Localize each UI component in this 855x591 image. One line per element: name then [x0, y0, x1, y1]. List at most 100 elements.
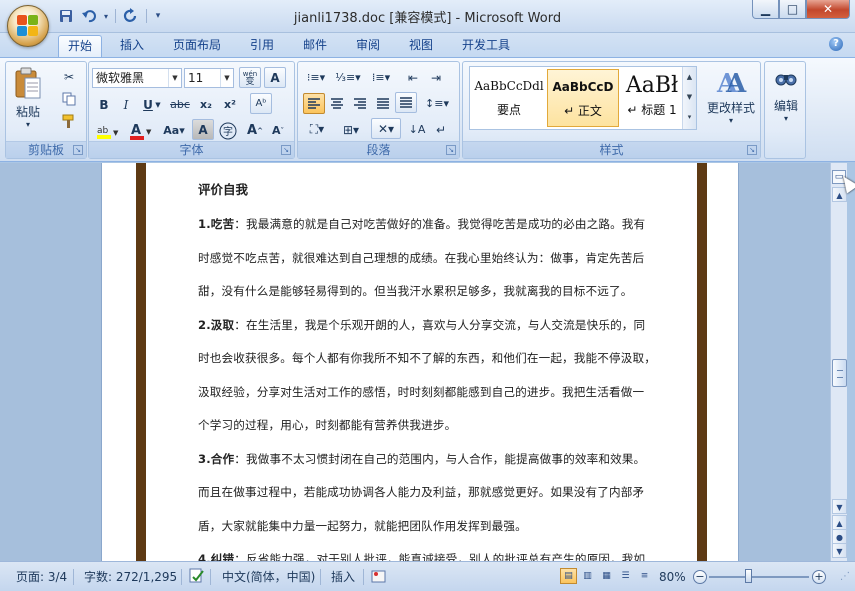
word-count[interactable]: 字数: 272/1,295: [84, 568, 177, 586]
underline-dropdown-icon[interactable]: ▼: [153, 94, 163, 115]
paragraph-dialog-launcher[interactable]: ↘: [446, 145, 456, 155]
justify-icon[interactable]: [372, 93, 394, 114]
distributed-align-icon[interactable]: [395, 92, 417, 113]
vertical-scrollbar[interactable]: ▭ ▲ ▼ ▲ ● ▼: [830, 163, 847, 561]
numbering-icon[interactable]: ⅓≡▾: [334, 67, 362, 88]
tab-references[interactable]: 引用: [241, 35, 283, 57]
macro-recording-icon[interactable]: [371, 568, 387, 586]
quick-styles-gallery: AaBbCcDdl 要点 AaBbCcD ↵ 正文 AaBł ↵ 标题 1 ▲ …: [469, 66, 697, 130]
full-screen-reading-icon[interactable]: ▥: [579, 568, 596, 584]
tab-insert[interactable]: 插入: [111, 35, 153, 57]
document-area: 评价自我 1.吃苦：我最满意的就是自己对吃苦做好的准备。我觉得吃苦是成功的必由之…: [0, 163, 830, 561]
close-button[interactable]: ✕: [806, 0, 850, 19]
proofing-icon[interactable]: [188, 568, 206, 586]
change-case-icon[interactable]: Aa▾: [159, 120, 189, 141]
style-heading1-item[interactable]: AaBł ↵ 标题 1: [621, 69, 683, 127]
scroll-thumb[interactable]: [832, 359, 847, 387]
tab-view[interactable]: 视图: [400, 35, 442, 57]
scroll-down-icon[interactable]: ▼: [832, 499, 847, 514]
shrink-font-icon[interactable]: Aˇ: [267, 120, 289, 141]
text-highlight-icon[interactable]: ab ▼: [93, 120, 123, 141]
previous-page-icon[interactable]: ▲: [832, 515, 847, 530]
line-spacing-icon[interactable]: ↕≡▾: [422, 93, 452, 114]
show-formatting-marks-icon[interactable]: ↵: [430, 119, 452, 140]
style-emphasis-item[interactable]: AaBbCcDdl 要点: [473, 69, 545, 127]
font-color-icon[interactable]: A ▼: [127, 120, 155, 141]
gallery-more-icon[interactable]: ▾: [683, 107, 696, 127]
status-separator: [363, 569, 364, 585]
tab-home[interactable]: 开始: [58, 35, 103, 58]
align-right-icon[interactable]: [349, 93, 371, 114]
tab-review[interactable]: 审阅: [347, 35, 389, 57]
styles-dialog-launcher[interactable]: ↘: [747, 145, 757, 155]
web-layout-icon[interactable]: ▦: [598, 568, 615, 584]
zoom-slider[interactable]: [709, 576, 809, 578]
change-styles-icon: A A: [716, 69, 747, 99]
select-browse-object-icon[interactable]: ●: [832, 529, 847, 544]
chevron-down-icon[interactable]: ▼: [683, 87, 696, 107]
grow-font-icon[interactable]: A ^: [244, 120, 266, 141]
borders-icon[interactable]: ⊞▾: [336, 119, 366, 140]
outline-view-icon[interactable]: ☰: [617, 568, 634, 584]
tab-mailings[interactable]: 邮件: [294, 35, 336, 57]
page-count[interactable]: 页面: 3/4: [16, 568, 67, 586]
paste-button[interactable]: 粘贴 ▾: [10, 66, 46, 136]
font-group: 微软雅黑 ▼ 11 ▼ wén 变 A B I U ▼ abc x₂ x² Aᵇ ab…: [88, 61, 295, 159]
copy-icon[interactable]: [58, 88, 80, 109]
increase-indent-icon[interactable]: ⇥: [425, 67, 447, 88]
bullets-icon[interactable]: ⁝≡▾: [302, 67, 330, 88]
next-page-icon[interactable]: ▼: [832, 543, 847, 558]
style-normal-item[interactable]: AaBbCcD ↵ 正文: [547, 69, 619, 127]
chevron-up-icon[interactable]: ▲: [683, 67, 696, 87]
maximize-button[interactable]: □: [779, 0, 806, 19]
multilevel-list-icon[interactable]: ⁞≡▾: [366, 67, 396, 88]
svg-text:▼: ▼: [146, 128, 152, 136]
page-border-right: [697, 163, 707, 561]
subscript-icon[interactable]: x₂: [195, 94, 217, 115]
zoom-level[interactable]: 80%: [659, 568, 686, 586]
decrease-indent-icon[interactable]: ⇤: [402, 67, 424, 88]
insert-mode[interactable]: 插入: [331, 568, 355, 586]
document-content[interactable]: 评价自我 1.吃苦：我最满意的就是自己对吃苦做好的准备。我觉得吃苦是成功的必由之…: [198, 178, 656, 561]
cut-icon[interactable]: ✂: [58, 66, 80, 87]
character-border-icon[interactable]: A: [264, 67, 286, 88]
shading-icon[interactable]: ⛶▾: [302, 119, 332, 140]
font-size-select[interactable]: 11 ▼: [184, 68, 234, 88]
format-painter-icon[interactable]: [58, 110, 80, 131]
zoom-slider-thumb[interactable]: [745, 569, 752, 583]
zoom-in-icon[interactable]: +: [812, 570, 826, 584]
clipboard-dialog-launcher[interactable]: ↘: [73, 145, 83, 155]
font-dialog-launcher[interactable]: ↘: [281, 145, 291, 155]
superscript-icon[interactable]: x²: [219, 94, 241, 115]
bold-icon[interactable]: B: [93, 94, 115, 115]
minimize-button[interactable]: ▁: [752, 0, 779, 19]
italic-icon[interactable]: I: [115, 94, 137, 115]
language-indicator[interactable]: 中文(简体，中国): [222, 568, 315, 586]
strikethrough-icon[interactable]: abc: [167, 94, 193, 115]
align-center-icon[interactable]: [326, 93, 348, 114]
office-button[interactable]: [7, 5, 49, 47]
align-left-icon[interactable]: [303, 93, 325, 114]
chinese-layout-icon[interactable]: ✕▾: [371, 118, 401, 139]
resize-grip-icon[interactable]: ⋰: [840, 568, 850, 586]
print-layout-view-icon[interactable]: ▤: [560, 568, 577, 584]
tab-developer[interactable]: 开发工具: [453, 35, 519, 57]
zoom-out-icon[interactable]: −: [693, 570, 707, 584]
draft-view-icon[interactable]: ≡: [636, 568, 653, 584]
editing-group: 编辑 ▾: [764, 61, 806, 159]
tab-page-layout[interactable]: 页面布局: [164, 35, 230, 57]
styles-gallery-scrollbar[interactable]: ▲ ▼ ▾: [682, 67, 696, 129]
editing-button[interactable]: 编辑 ▾: [767, 66, 805, 123]
svg-text:▼: ▼: [113, 129, 119, 137]
clear-formatting-icon[interactable]: Aᵇ: [250, 93, 272, 114]
chevron-down-icon: ▾: [783, 114, 788, 123]
window-controls: ▁ □ ✕: [752, 0, 850, 19]
phonetic-guide-icon[interactable]: wén 变: [239, 67, 261, 88]
document-page[interactable]: 评价自我 1.吃苦：我最满意的就是自己对吃苦做好的准备。我觉得吃苦是成功的必由之…: [101, 163, 739, 561]
enclose-characters-icon[interactable]: 字: [217, 120, 239, 141]
change-styles-button[interactable]: A A 更改样式 ▾: [703, 66, 759, 125]
sort-icon[interactable]: ↓A: [406, 119, 428, 140]
character-shading-icon[interactable]: A: [192, 119, 214, 140]
help-icon[interactable]: ?: [829, 37, 843, 51]
font-name-select[interactable]: 微软雅黑 ▼: [92, 68, 182, 88]
